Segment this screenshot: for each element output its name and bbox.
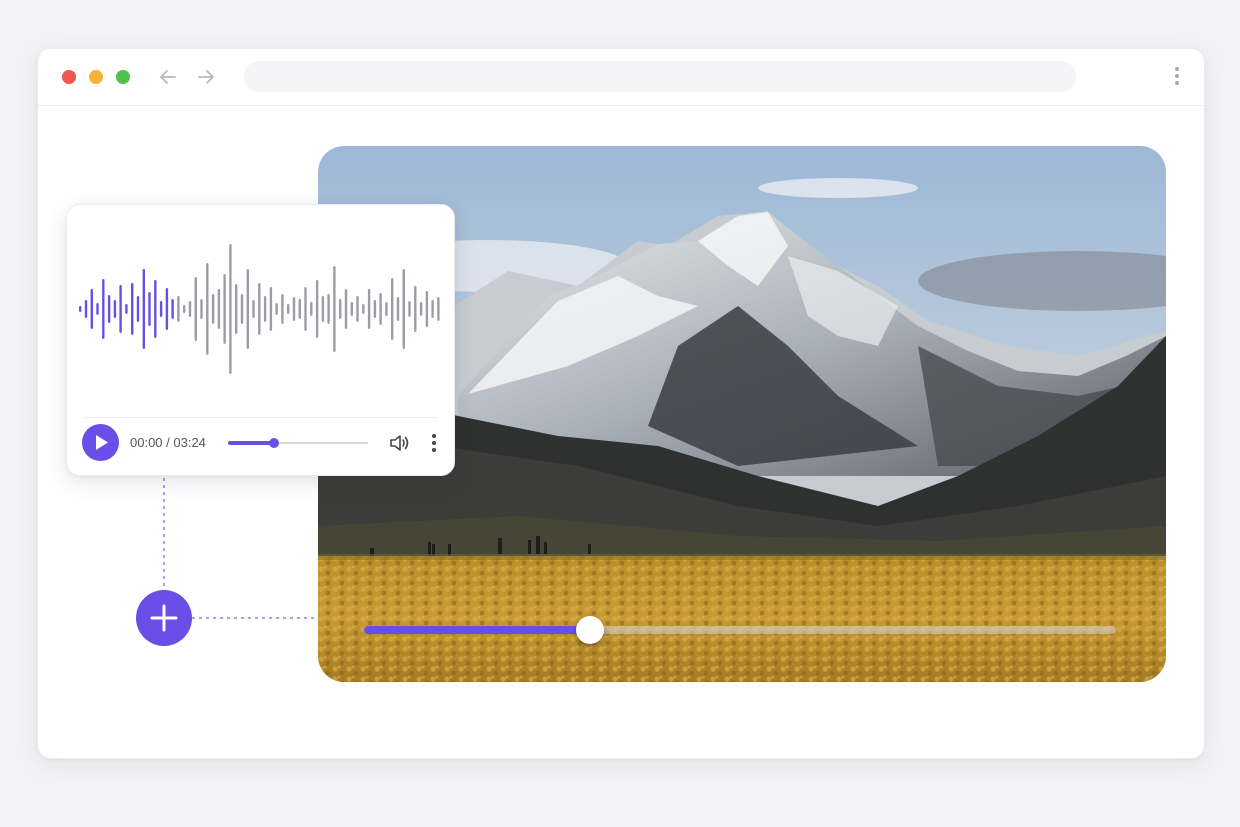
- audio-seek-handle[interactable]: [269, 438, 280, 448]
- waveform-bar: [84, 300, 88, 318]
- browser-toolbar: [38, 49, 1204, 106]
- waveform-bar: [96, 303, 99, 315]
- video-seek-handle[interactable]: [575, 616, 604, 644]
- waveform-bar: [246, 269, 249, 349]
- arrow-left-icon[interactable]: [156, 65, 180, 89]
- close-window-dot[interactable]: [62, 70, 76, 84]
- waveform-bar: [408, 301, 411, 317]
- video-seek-bar[interactable]: [364, 616, 1116, 644]
- waveform-bar: [211, 294, 215, 324]
- card-divider: [83, 417, 438, 418]
- vertical-ellipsis-icon[interactable]: [1174, 67, 1180, 89]
- waveform-bar: [194, 277, 197, 341]
- play-button[interactable]: [82, 424, 119, 461]
- audio-seek-progress: [228, 441, 275, 445]
- waveform-bar: [373, 300, 377, 318]
- waveform-bar: [431, 300, 434, 318]
- waveform-bar: [113, 300, 117, 318]
- waveform-bar: [315, 280, 319, 338]
- waveform-bar: [183, 305, 186, 313]
- waveform-bar: [367, 289, 371, 329]
- waveform-bar: [229, 244, 232, 374]
- waveform-bar: [304, 287, 307, 331]
- waveform-bar: [292, 297, 296, 321]
- waveform-bar: [252, 300, 255, 318]
- waveform-bar: [402, 269, 405, 349]
- waveform-bar: [206, 263, 209, 355]
- waveform-bar: [125, 304, 128, 314]
- waveform-bar: [356, 296, 359, 322]
- maximize-window-dot[interactable]: [116, 70, 130, 84]
- video-seek-progress: [364, 626, 590, 634]
- waveform-bar: [310, 302, 313, 316]
- waveform-bar: [154, 280, 157, 338]
- audio-time-display: 00:00 / 03:24: [130, 435, 206, 450]
- waveform-bar: [90, 289, 93, 329]
- waveform-bar: [217, 289, 221, 329]
- play-icon: [96, 435, 108, 450]
- vertical-ellipsis-icon[interactable]: [431, 434, 437, 454]
- waveform-bar: [159, 301, 163, 317]
- waveform-bar: [333, 266, 336, 352]
- audio-player-card: 00:00 / 03:24: [66, 204, 455, 476]
- plus-icon: [150, 604, 178, 632]
- waveform-bar: [281, 294, 284, 324]
- waveform-bar: [188, 301, 192, 317]
- waveform-bar: [240, 294, 244, 324]
- waveform-bar: [287, 304, 290, 314]
- waveform-bar: [425, 291, 429, 327]
- waveform-bar: [258, 283, 261, 335]
- waveform-bar: [275, 303, 278, 315]
- waveform-bar: [102, 279, 105, 339]
- waveform-bar: [391, 278, 394, 340]
- audio-waveform[interactable]: [77, 239, 445, 379]
- add-button[interactable]: [136, 590, 192, 646]
- waveform-bar: [107, 295, 111, 323]
- waveform-bar: [344, 289, 348, 329]
- volume-icon[interactable]: [389, 433, 411, 453]
- waveform-bar: [419, 302, 423, 316]
- waveform-bar: [414, 286, 417, 332]
- waveform-bar: [131, 283, 134, 335]
- minimize-window-dot[interactable]: [89, 70, 103, 84]
- waveform-bar: [263, 296, 267, 322]
- waveform-bar: [350, 302, 353, 316]
- waveform-bar: [79, 306, 82, 312]
- waveform-bar: [200, 299, 203, 319]
- waveform-bar: [362, 304, 365, 314]
- waveform-bar: [396, 297, 400, 321]
- waveform-bar: [171, 299, 174, 319]
- waveform-bar: [235, 284, 238, 334]
- waveform-bar: [385, 302, 388, 316]
- waveform-bar: [142, 269, 145, 349]
- waveform-bar: [437, 297, 440, 321]
- waveform-bar: [321, 296, 325, 322]
- waveform-bar: [148, 292, 151, 326]
- waveform-bar: [119, 285, 122, 333]
- waveform-bar: [165, 288, 169, 330]
- waveform-bar: [339, 299, 342, 319]
- waveform-bar: [327, 294, 330, 324]
- waveform-bar: [136, 296, 140, 322]
- waveform-bar: [269, 287, 273, 331]
- waveform-bar: [298, 299, 301, 319]
- arrow-right-icon[interactable]: [194, 65, 218, 89]
- audio-seek-bar[interactable]: [228, 437, 368, 449]
- address-bar[interactable]: [244, 61, 1076, 92]
- waveform-bar: [177, 296, 180, 322]
- waveform-bar: [223, 274, 226, 344]
- waveform-bar: [379, 293, 382, 325]
